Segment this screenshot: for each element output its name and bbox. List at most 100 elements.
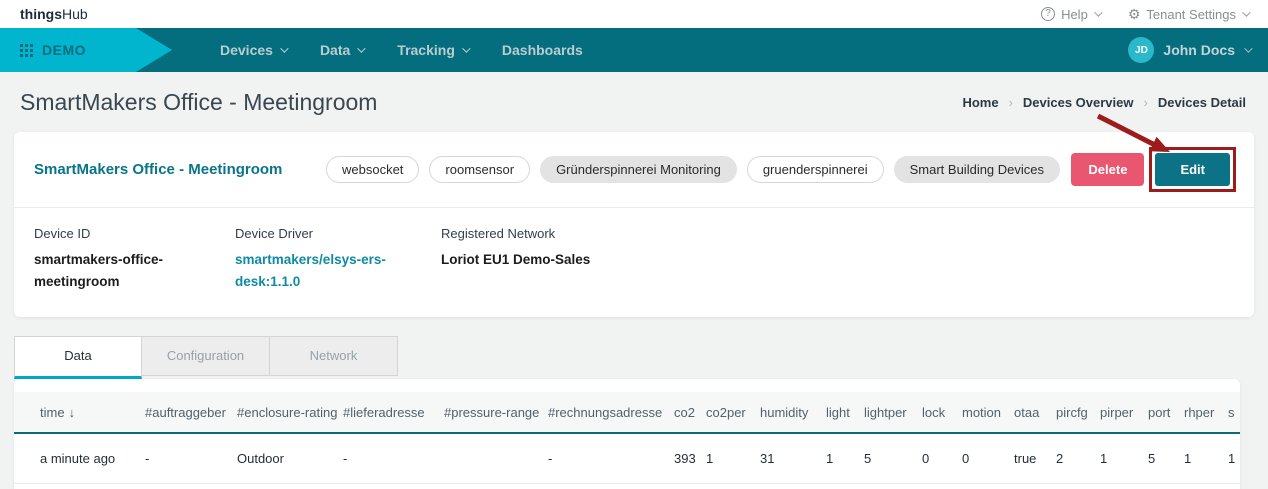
logo-bold-part: things: [20, 6, 62, 22]
cell-lock: 0: [922, 451, 962, 466]
device-summary-card: SmartMakers Office - Meetingroom websock…: [14, 132, 1254, 317]
column-header-pressure-range[interactable]: #pressure-range: [444, 405, 548, 420]
breadcrumb-devices-overview[interactable]: Devices Overview: [1023, 95, 1134, 110]
field-device-id: Device ID smartmakers-office-meetingroom: [34, 226, 235, 293]
field-label: Registered Network: [441, 226, 1234, 241]
cell-light: 1: [826, 451, 864, 466]
main-nav-bar: DEMO Devices Data Tracking Dashboards JD…: [0, 28, 1268, 72]
tag-websocket[interactable]: websocket: [326, 156, 419, 183]
device-card-header: SmartMakers Office - Meetingroom websock…: [14, 132, 1254, 207]
column-header-rhper[interactable]: rhper: [1184, 405, 1228, 420]
tenant-selector-demo[interactable]: DEMO: [0, 28, 172, 72]
things-hub-logo[interactable]: thingsHub: [20, 6, 88, 22]
chevron-down-icon: [1242, 8, 1250, 16]
tag-roomsensor[interactable]: roomsensor: [429, 156, 530, 183]
tab-configuration[interactable]: Configuration: [142, 336, 270, 376]
help-label: Help: [1061, 7, 1088, 22]
cell-motion: 0: [962, 451, 1014, 466]
topbar-right: ? Help ⚙ Tenant Settings: [1041, 7, 1248, 22]
column-header-time[interactable]: time↓: [40, 405, 145, 420]
column-header-co2per[interactable]: co2per: [706, 405, 760, 420]
nav-item-dashboards[interactable]: Dashboards: [502, 42, 583, 58]
delete-button[interactable]: Delete: [1071, 153, 1144, 186]
tab-network[interactable]: Network: [270, 336, 398, 376]
avatar: JD: [1128, 37, 1154, 63]
nav-item-devices[interactable]: Devices: [220, 42, 286, 58]
breadcrumb: Home › Devices Overview › Devices Detail: [962, 95, 1246, 110]
column-header-lightper[interactable]: lightper: [864, 405, 922, 420]
help-menu[interactable]: ? Help: [1041, 7, 1100, 22]
cell-rechnungsadresse: -: [548, 451, 674, 466]
breadcrumb-separator-icon: ›: [1009, 95, 1013, 110]
cell-s: 1: [1228, 451, 1240, 466]
column-header-otaa[interactable]: otaa: [1014, 405, 1056, 420]
tag-gruenderspinnerei[interactable]: gruenderspinnerei: [747, 156, 884, 183]
device-id-value: smartmakers-office-meetingroom: [34, 249, 204, 293]
column-header-humidity[interactable]: humidity: [760, 405, 826, 420]
column-header-auftraggeber[interactable]: #auftraggeber: [145, 405, 237, 420]
device-data-table-card: time↓ #auftraggeber #enclosure-rating #l…: [14, 379, 1240, 489]
cell-lightper: 5: [864, 451, 922, 466]
nav-item-tracking[interactable]: Tracking: [397, 42, 468, 58]
column-header-s-truncated[interactable]: s: [1228, 405, 1240, 420]
column-header-motion[interactable]: motion: [962, 405, 1014, 420]
cell-time: a minute ago: [40, 451, 145, 466]
cell-port: 5: [1148, 451, 1184, 466]
nav-item-label: Dashboards: [502, 42, 583, 58]
device-action-buttons: Delete Edit: [1071, 147, 1236, 192]
sort-desc-icon[interactable]: ↓: [69, 405, 76, 420]
page-header: SmartMakers Office - Meetingroom Home › …: [0, 72, 1268, 132]
field-device-driver: Device Driver smartmakers/elsys-ers-desk…: [235, 226, 441, 293]
nav-item-label: Tracking: [397, 42, 455, 58]
column-header-pircfg[interactable]: pircfg: [1056, 405, 1100, 420]
breadcrumb-devices-detail: Devices Detail: [1158, 95, 1246, 110]
top-bar: thingsHub ? Help ⚙ Tenant Settings: [0, 0, 1268, 28]
cell-pircfg: 2: [1056, 451, 1100, 466]
tenant-settings-menu[interactable]: ⚙ Tenant Settings: [1128, 7, 1248, 22]
device-fields: Device ID smartmakers-office-meetingroom…: [14, 208, 1254, 317]
detail-tabs: Data Configuration Network: [14, 336, 1268, 379]
cell-pirper: 1: [1100, 451, 1148, 466]
column-header-rechnungsadresse[interactable]: #rechnungsadresse: [548, 405, 674, 420]
chevron-down-icon: [280, 44, 288, 52]
registered-network-value: Loriot EU1 Demo-Sales: [441, 249, 1234, 271]
cell-otaa: true: [1014, 451, 1056, 466]
column-header-light[interactable]: light: [826, 405, 864, 420]
column-header-lock[interactable]: lock: [922, 405, 962, 420]
user-name: John Docs: [1163, 42, 1235, 58]
tag-smart-building-devices[interactable]: Smart Building Devices: [894, 156, 1060, 183]
cell-lieferadresse: -: [343, 451, 444, 466]
nav-item-data[interactable]: Data: [320, 42, 363, 58]
nav-items: Devices Data Tracking Dashboards: [220, 28, 583, 72]
help-icon: ?: [1041, 7, 1055, 21]
user-menu[interactable]: JD John Docs: [1128, 28, 1250, 72]
logo-light-part: Hub: [62, 6, 88, 22]
cell-auftraggeber: -: [145, 451, 237, 466]
chevron-down-icon: [357, 44, 365, 52]
cell-co2: 393: [674, 451, 706, 466]
column-header-pirper[interactable]: pirper: [1100, 405, 1148, 420]
column-header-port[interactable]: port: [1148, 405, 1184, 420]
nav-item-label: Data: [320, 42, 350, 58]
breadcrumb-home[interactable]: Home: [962, 95, 998, 110]
chevron-down-icon: [462, 44, 470, 52]
table-row[interactable]: a minute ago - Outdoor - - 393 1 31 1 5 …: [14, 434, 1240, 484]
device-name: SmartMakers Office - Meetingroom: [34, 161, 326, 178]
chevron-down-icon: [1094, 8, 1102, 16]
annotation-highlight-box: Edit: [1149, 147, 1236, 192]
page-title: SmartMakers Office - Meetingroom: [20, 89, 377, 116]
column-header-enclosure-rating[interactable]: #enclosure-rating: [237, 405, 343, 420]
table-header-row: time↓ #auftraggeber #enclosure-rating #l…: [14, 392, 1240, 434]
column-header-lieferadresse[interactable]: #lieferadresse: [343, 405, 444, 420]
column-header-co2[interactable]: co2: [674, 405, 706, 420]
breadcrumb-separator-icon: ›: [1143, 95, 1147, 110]
device-driver-link[interactable]: smartmakers/elsys-ers-desk:1.1.0: [235, 249, 413, 293]
edit-button[interactable]: Edit: [1155, 153, 1230, 186]
cell-enclosure-rating: Outdoor: [237, 451, 343, 466]
tab-data[interactable]: Data: [14, 336, 142, 379]
gear-icon: ⚙: [1128, 7, 1141, 21]
tag-gruenderspinnerei-monitoring[interactable]: Gründerspinnerei Monitoring: [540, 156, 737, 183]
grid-icon: [20, 44, 33, 57]
field-label: Device ID: [34, 226, 235, 241]
tenant-settings-label: Tenant Settings: [1146, 7, 1236, 22]
